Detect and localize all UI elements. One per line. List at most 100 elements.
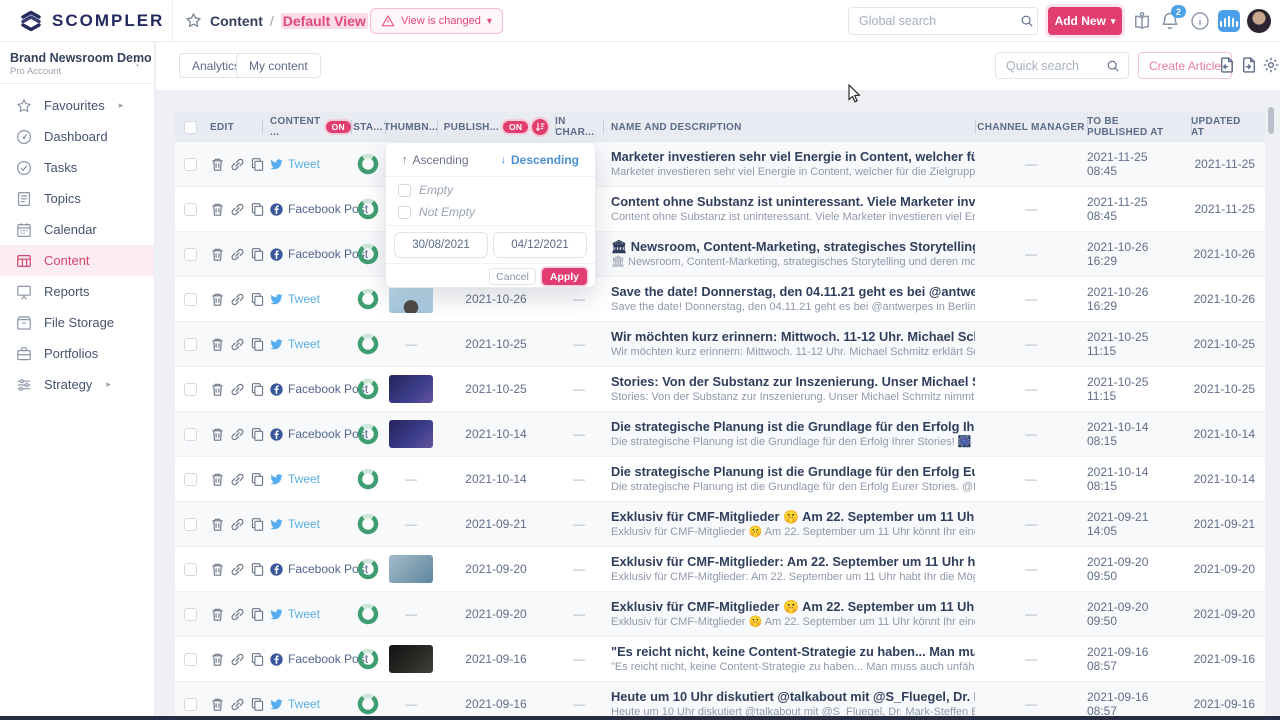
delete-icon[interactable] [210, 337, 225, 352]
link-icon[interactable] [230, 427, 245, 442]
status-progress-ring[interactable] [357, 558, 379, 580]
column-channel-manager[interactable]: CHANNEL MANAGER [977, 122, 1085, 133]
name-and-description[interactable]: Marketer investieren sehr viel Energie i… [611, 148, 975, 181]
select-all-checkbox[interactable] [184, 121, 197, 134]
table-row[interactable]: Tweet Marketer investieren sehr viel Ene… [175, 142, 1265, 187]
view-changed-button[interactable]: View is changed ▾ [370, 8, 503, 34]
workspace-switcher[interactable]: Brand Newsroom Demo Pro Account ⋮ [0, 42, 154, 84]
avatar[interactable] [1247, 9, 1271, 33]
row-title[interactable]: "Es reicht nicht, keine Content-Strategi… [611, 643, 975, 660]
column-publish[interactable]: PUBLISH... [444, 122, 499, 133]
name-and-description[interactable]: Exklusiv für CMF-Mitglieder 🤫 Am 22. Sep… [611, 598, 975, 631]
sidebar-item-strategy[interactable]: Strategy ▸ [0, 369, 154, 400]
thumbnail-image[interactable] [389, 420, 433, 448]
row-title[interactable]: Content ohne Substanz ist uninteressant.… [611, 193, 975, 210]
delete-icon[interactable] [210, 202, 225, 217]
add-new-button[interactable]: Add New ▾ [1048, 7, 1122, 35]
name-and-description[interactable]: Wir möchten kurz erinnern: Mittwoch. 11-… [611, 328, 975, 361]
link-icon[interactable] [230, 382, 245, 397]
column-thumbnail[interactable]: THUMBN... [384, 122, 438, 133]
status-progress-ring[interactable] [357, 333, 379, 355]
channel-label[interactable]: Tweet [288, 292, 320, 306]
link-icon[interactable] [230, 697, 245, 712]
row-title[interactable]: Die strategische Planung ist die Grundla… [611, 463, 975, 480]
sidebar-item-topics[interactable]: Topics [0, 183, 154, 214]
row-title[interactable]: Exklusiv für CMF-Mitglieder: Am 22. Sept… [611, 553, 975, 570]
row-title[interactable]: Exklusiv für CMF-Mitglieder 🤫 Am 22. Sep… [611, 508, 975, 525]
delete-icon[interactable] [210, 652, 225, 667]
link-icon[interactable] [230, 652, 245, 667]
table-row[interactable]: Facebook Post 2021-10-25 — Stories: Von … [175, 367, 1265, 412]
row-title[interactable]: Exklusiv für CMF-Mitglieder 🤫 Am 22. Sep… [611, 598, 975, 615]
sidebar-item-portfolios[interactable]: Portfolios [0, 338, 154, 369]
delete-icon[interactable] [210, 292, 225, 307]
status-progress-ring[interactable] [357, 243, 379, 265]
link-icon[interactable] [230, 337, 245, 352]
status-progress-ring[interactable] [357, 468, 379, 490]
date-to-input[interactable] [493, 232, 587, 258]
table-row[interactable]: Facebook Post Content ohne Substanz ist … [175, 187, 1265, 232]
channel-label[interactable]: Tweet [288, 472, 320, 486]
status-progress-ring[interactable] [357, 378, 379, 400]
row-title[interactable]: Heute um 10 Uhr diskutiert @talkabout mi… [611, 688, 975, 705]
logo[interactable]: SCOMPLER [18, 8, 164, 34]
delete-icon[interactable] [210, 472, 225, 487]
table-row[interactable]: Tweet — 2021-09-20 — Exklusiv für CMF-Mi… [175, 592, 1265, 637]
row-checkbox[interactable] [184, 158, 197, 171]
column-status[interactable]: STA... [353, 122, 382, 133]
delete-icon[interactable] [210, 427, 225, 442]
content-filter-on-badge[interactable]: ON [326, 121, 351, 134]
column-to-be-published[interactable]: TO BE PUBLISHED AT [1087, 116, 1175, 138]
breadcrumb-view-selector[interactable]: Default View [281, 13, 368, 29]
name-and-description[interactable]: Stories: Von der Substanz zur Inszenieru… [611, 373, 975, 406]
delete-icon[interactable] [210, 562, 225, 577]
not-empty-filter-option[interactable]: Not Empty [398, 205, 475, 219]
sidebar-item-tasks[interactable]: Tasks [0, 152, 154, 183]
delete-icon[interactable] [210, 607, 225, 622]
tab-my-content[interactable]: My content [236, 53, 321, 78]
name-and-description[interactable]: Die strategische Planung ist die Grundla… [611, 418, 975, 451]
status-progress-ring[interactable] [357, 423, 379, 445]
apply-button[interactable]: Apply [542, 268, 587, 285]
thumbnail-image[interactable] [389, 555, 433, 583]
messenger-icon[interactable] [1218, 10, 1240, 32]
link-icon[interactable] [230, 562, 245, 577]
cancel-button[interactable]: Cancel [489, 268, 536, 285]
sidebar-item-favourites[interactable]: Favourites ▸ [0, 90, 154, 121]
delete-icon[interactable] [210, 247, 225, 262]
row-checkbox[interactable] [184, 608, 197, 621]
link-icon[interactable] [230, 247, 245, 262]
thumbnail-image[interactable] [389, 645, 433, 673]
breadcrumb-section[interactable]: Content [210, 13, 263, 29]
column-name-description[interactable]: NAME AND DESCRIPTION [611, 122, 742, 133]
row-checkbox[interactable] [184, 518, 197, 531]
sidebar-item-dashboard[interactable]: Dashboard [0, 121, 154, 152]
thumbnail-image[interactable] [389, 285, 433, 313]
status-progress-ring[interactable] [357, 648, 379, 670]
row-title[interactable]: Save the date! Donnerstag, den 04.11.21 … [611, 283, 975, 300]
link-icon[interactable] [230, 607, 245, 622]
quick-search-input[interactable] [1006, 59, 1106, 73]
row-checkbox[interactable] [184, 698, 197, 711]
row-title[interactable]: Stories: Von der Substanz zur Inszenieru… [611, 373, 975, 390]
row-checkbox[interactable] [184, 293, 197, 306]
row-checkbox[interactable] [184, 563, 197, 576]
link-icon[interactable] [230, 517, 245, 532]
name-and-description[interactable]: "Es reicht nicht, keine Content-Strategi… [611, 643, 975, 676]
delete-icon[interactable] [210, 517, 225, 532]
row-checkbox[interactable] [184, 248, 197, 261]
sidebar-item-calendar[interactable]: Calendar [0, 214, 154, 245]
column-content[interactable]: CONTENT ... [270, 116, 321, 138]
not-empty-checkbox[interactable] [398, 206, 411, 219]
row-checkbox[interactable] [184, 473, 197, 486]
delete-icon[interactable] [210, 382, 225, 397]
channel-label[interactable]: Tweet [288, 697, 320, 711]
sort-descending-badge[interactable] [532, 119, 548, 135]
academy-icon[interactable] [1132, 11, 1152, 31]
info-icon[interactable] [1190, 11, 1210, 31]
row-checkbox[interactable] [184, 203, 197, 216]
name-and-description[interactable]: Exklusiv für CMF-Mitglieder 🤫 Am 22. Sep… [611, 508, 975, 541]
row-checkbox[interactable] [184, 338, 197, 351]
sort-ascending-option[interactable]: ↑Ascending [402, 153, 469, 167]
table-row[interactable]: Tweet — 2021-10-14 — Die strategische Pl… [175, 457, 1265, 502]
